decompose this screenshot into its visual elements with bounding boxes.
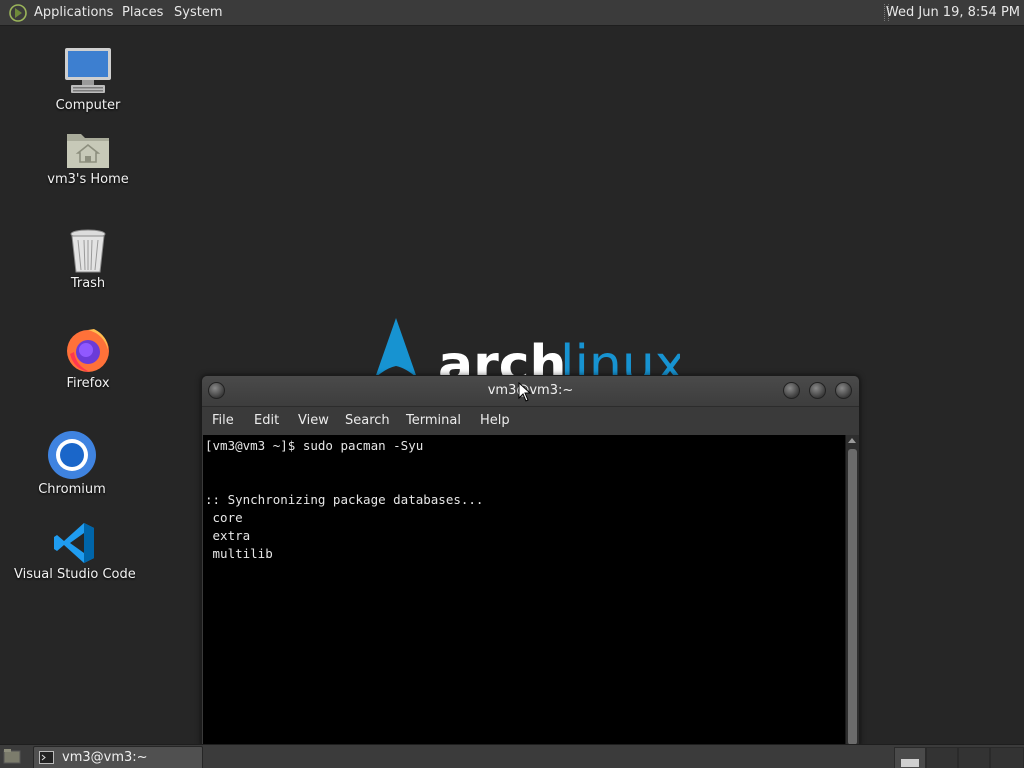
desktop-icon-chromium[interactable]: Chromium	[32, 430, 112, 497]
workspace-1[interactable]	[894, 747, 926, 768]
scrollbar-thumb[interactable]	[848, 449, 857, 745]
terminal-output[interactable]: [vm3@vm3 ~]$ sudo pacman -Syu :: Synchro…	[203, 435, 845, 746]
desktop-icon-vscode[interactable]: Visual Studio Code	[14, 521, 136, 582]
terminal-icon	[39, 751, 54, 764]
vscode-icon	[54, 523, 94, 563]
system-menu[interactable]: System	[174, 0, 222, 25]
taskbar-item-terminal[interactable]: vm3@vm3:~	[33, 746, 203, 768]
desktop-icon-label: vm3's Home	[47, 172, 129, 187]
menu-terminal[interactable]: Terminal	[404, 407, 463, 435]
minimize-button[interactable]	[783, 382, 800, 399]
workspace-window-preview	[901, 759, 919, 767]
menu-search[interactable]: Search	[343, 407, 392, 435]
desktop-icon-computer[interactable]: Computer	[48, 46, 128, 113]
home-folder-icon	[67, 134, 109, 168]
scroll-up-arrow-icon[interactable]	[848, 438, 856, 443]
terminal-text: [vm3@vm3 ~]$ sudo pacman -Syu :: Synchro…	[205, 438, 484, 561]
places-menu[interactable]: Places	[122, 0, 163, 25]
applications-menu[interactable]: Applications	[34, 0, 113, 25]
menu-help[interactable]: Help	[478, 407, 512, 435]
menu-edit[interactable]: Edit	[252, 407, 281, 435]
workspace-4[interactable]	[990, 747, 1024, 768]
desktop-icon-label: Computer	[55, 98, 121, 113]
firefox-icon	[67, 329, 109, 372]
close-button[interactable]	[835, 382, 852, 399]
workspace-2[interactable]	[926, 747, 958, 768]
desktop-icon-trash[interactable]: Trash	[48, 228, 128, 291]
desktop-icon-firefox[interactable]: Firefox	[48, 326, 128, 391]
terminal-window[interactable]: vm3@vm3:~ File Edit View Search Terminal…	[201, 375, 860, 747]
terminal-menubar: File Edit View Search Terminal Help	[202, 407, 859, 435]
desktop-icon-label: Chromium	[38, 482, 106, 497]
desktop-icon-label: Firefox	[66, 376, 110, 391]
taskbar-item-label: vm3@vm3:~	[62, 750, 148, 765]
desktop-icon-home[interactable]: vm3's Home	[38, 128, 138, 187]
workspace-3[interactable]	[958, 747, 990, 768]
computer-icon	[65, 48, 111, 93]
clock[interactable]: Wed Jun 19, 8:54 PM	[886, 0, 1020, 25]
chromium-icon	[48, 431, 96, 479]
menu-file[interactable]: File	[210, 407, 236, 435]
top-panel: Applications Places System Wed Jun 19, 8…	[0, 0, 1024, 26]
maximize-button[interactable]	[809, 382, 826, 399]
show-desktop-icon[interactable]	[3, 748, 21, 765]
desktop-screen: Applications Places System Wed Jun 19, 8…	[0, 0, 1024, 768]
terminal-scrollbar[interactable]	[845, 435, 859, 746]
distro-logo-icon[interactable]	[8, 3, 28, 23]
desktop-icon-label: Visual Studio Code	[14, 567, 136, 582]
trash-icon	[70, 229, 106, 273]
desktop-icon-label: Trash	[70, 276, 106, 291]
bottom-panel: vm3@vm3:~	[0, 744, 1024, 768]
menu-view[interactable]: View	[296, 407, 331, 435]
mouse-pointer-icon	[518, 382, 532, 402]
